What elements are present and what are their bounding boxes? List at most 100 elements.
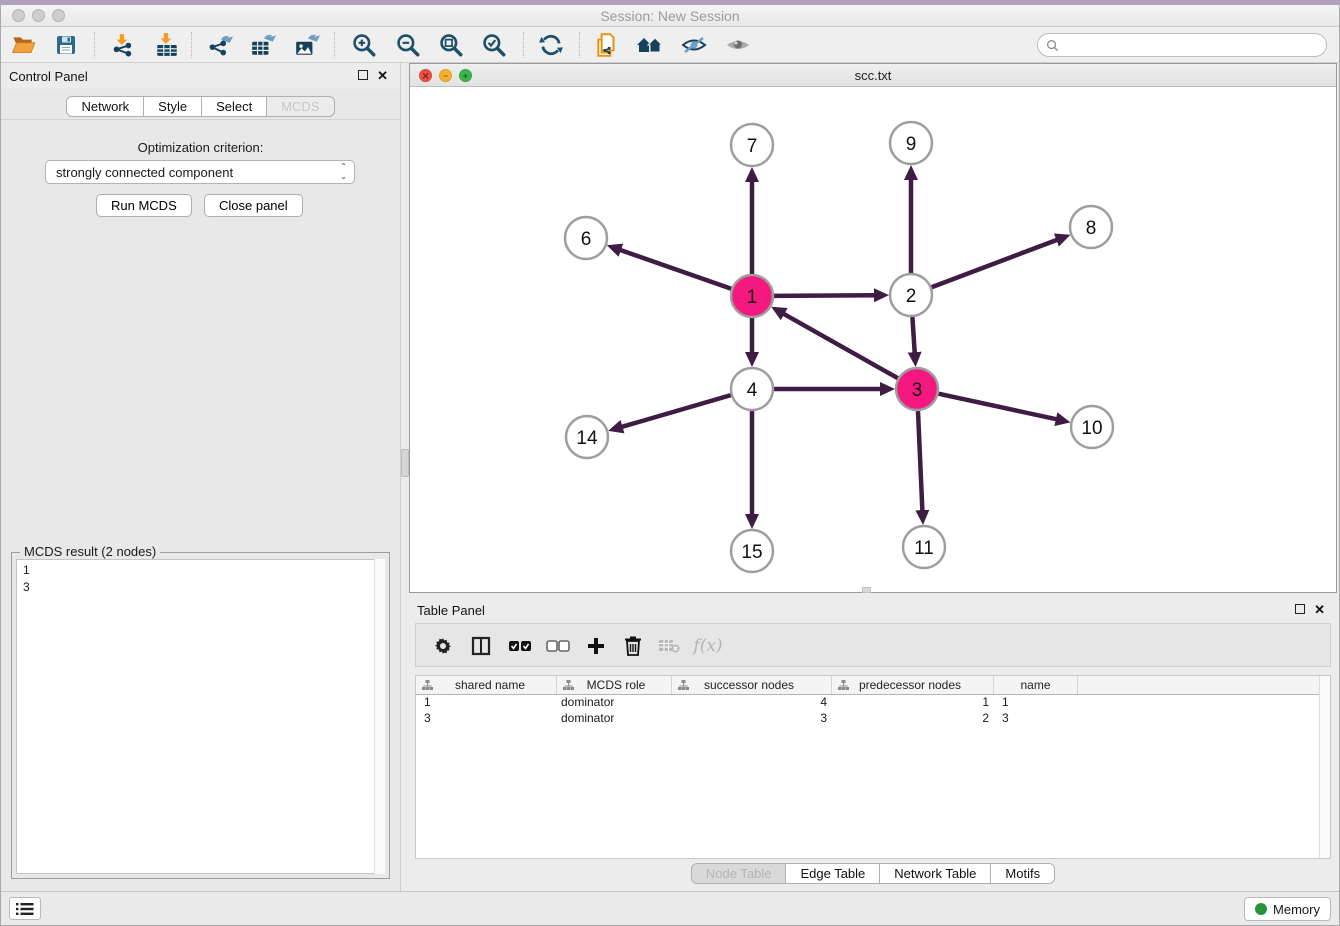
refresh-icon[interactable] [536, 30, 566, 60]
graph-node-14[interactable]: 14 [566, 416, 608, 458]
graph-node-8[interactable]: 8 [1070, 206, 1112, 248]
hierarchy-icon [838, 680, 849, 691]
graph-node-6[interactable]: 6 [565, 217, 607, 259]
graph-node-7[interactable]: 7 [731, 124, 773, 166]
network-canvas[interactable]: 7 9 6 8 1 2 4 3 14 10 15 11 [410, 87, 1336, 592]
deselect-all-icon[interactable] [545, 633, 571, 659]
table-row[interactable]: 3 dominator 3 2 3 [416, 711, 1330, 727]
tab-mcds[interactable]: MCDS [266, 96, 334, 117]
open-session-icon[interactable] [9, 30, 39, 60]
tab-motifs[interactable]: Motifs [990, 863, 1055, 884]
show-eye-icon[interactable] [723, 30, 753, 60]
tab-edge-table[interactable]: Edge Table [785, 863, 880, 884]
graph-node-10[interactable]: 10 [1071, 406, 1113, 448]
edge-1-2[interactable] [774, 295, 875, 296]
delete-column-icon[interactable] [620, 633, 646, 659]
edge-2-3[interactable] [912, 317, 914, 353]
add-column-icon[interactable] [583, 633, 609, 659]
zoom-in-icon[interactable] [349, 30, 379, 60]
control-panel-title: Control Panel [9, 69, 88, 84]
toolbar-separator [191, 32, 192, 58]
cell-successor-nodes[interactable]: 4 [672, 695, 832, 711]
graph-node-3[interactable]: 3 [896, 368, 938, 410]
zoom-out-icon[interactable] [393, 30, 423, 60]
memory-button[interactable]: Memory [1244, 897, 1331, 921]
import-table-icon[interactable] [152, 30, 182, 60]
node-label: 9 [906, 134, 917, 155]
cell-mcds-role[interactable]: dominator [557, 695, 672, 711]
tab-select[interactable]: Select [201, 96, 267, 117]
search-field[interactable] [1037, 33, 1327, 57]
tab-network[interactable]: Network [66, 96, 144, 117]
delete-table-icon[interactable] [656, 633, 682, 659]
edge-3-11[interactable] [918, 411, 922, 511]
table-settings-gear-icon[interactable] [430, 633, 456, 659]
zoom-selected-icon[interactable] [479, 30, 509, 60]
cell-predecessor-nodes[interactable]: 1 [832, 695, 994, 711]
hierarchy-icon [678, 680, 689, 691]
control-panel-tabs: Network Style Select MCDS [1, 96, 400, 118]
task-history-button[interactable] [9, 897, 41, 920]
network-window-titlebar[interactable]: ✕ − + scc.txt [410, 64, 1336, 87]
cell-mcds-role[interactable]: dominator [557, 711, 672, 727]
table-scrollbar[interactable] [1319, 676, 1330, 858]
zoom-fit-icon[interactable] [436, 30, 466, 60]
col-predecessor-nodes[interactable]: predecessor nodes [832, 676, 994, 694]
edge-1-6[interactable] [620, 250, 731, 289]
close-panel-button[interactable]: Close panel [204, 194, 303, 217]
node-label: 8 [1086, 218, 1097, 239]
hide-eye-icon[interactable] [679, 30, 709, 60]
edge-2-8[interactable] [932, 240, 1058, 288]
tab-node-table[interactable]: Node Table [691, 863, 787, 884]
mcds-result-text[interactable]: 1 3 [16, 559, 385, 874]
cell-predecessor-nodes[interactable]: 2 [832, 711, 994, 727]
graph-node-11[interactable]: 11 [903, 526, 945, 568]
edge-3-1[interactable] [783, 314, 897, 379]
edge-3-10[interactable] [938, 394, 1056, 420]
save-session-icon[interactable] [51, 30, 81, 60]
run-mcds-button[interactable]: Run MCDS [96, 194, 192, 217]
close-table-panel-icon[interactable]: ✕ [1314, 602, 1325, 618]
graph-node-1[interactable]: 1 [731, 275, 773, 317]
optimization-criterion-select[interactable]: strongly connected component ⌃⌄ [45, 160, 355, 184]
cell-shared-name[interactable]: 3 [416, 711, 557, 727]
float-table-panel-icon[interactable] [1295, 604, 1305, 614]
export-table-icon[interactable] [248, 30, 278, 60]
network-graph[interactable]: 7 9 6 8 1 2 4 3 14 10 15 11 [410, 87, 1336, 592]
table-row[interactable]: 1 dominator 4 1 1 [416, 695, 1330, 711]
select-all-icon[interactable] [507, 633, 533, 659]
cell-shared-name[interactable]: 1 [416, 695, 557, 711]
float-panel-icon[interactable] [358, 70, 368, 80]
memory-status-icon [1255, 903, 1267, 915]
graph-node-4[interactable]: 4 [731, 368, 773, 410]
graph-node-15[interactable]: 15 [731, 530, 773, 572]
cell-successor-nodes[interactable]: 3 [672, 711, 832, 727]
tab-network-table[interactable]: Network Table [879, 863, 991, 884]
function-builder-icon[interactable]: f(x) [695, 633, 721, 659]
col-mcds-role[interactable]: MCDS role [557, 676, 672, 694]
export-image-icon[interactable] [292, 30, 322, 60]
export-network-icon[interactable] [205, 30, 235, 60]
network-resize-grip[interactable] [862, 587, 871, 593]
cell-name[interactable]: 3 [994, 711, 1078, 727]
tab-style[interactable]: Style [143, 96, 202, 117]
import-network-icon[interactable] [108, 30, 138, 60]
optimization-criterion-value: strongly connected component [56, 165, 233, 180]
panel-splitter-grip[interactable] [401, 449, 409, 477]
col-successor-nodes[interactable]: successor nodes [672, 676, 832, 694]
close-panel-icon[interactable]: ✕ [377, 68, 388, 84]
show-columns-icon[interactable] [468, 633, 494, 659]
edge-4-14[interactable] [622, 395, 731, 427]
home-icon[interactable] [635, 30, 665, 60]
node-label: 6 [581, 229, 592, 250]
mcds-tab-content: Optimization criterion: strongly connect… [1, 119, 400, 891]
cell-name[interactable]: 1 [994, 695, 1078, 711]
memory-label: Memory [1273, 902, 1320, 917]
copy-network-icon[interactable] [592, 30, 622, 60]
graph-node-2[interactable]: 2 [890, 274, 932, 316]
col-name[interactable]: name [994, 676, 1078, 694]
mcds-result-scrollbar[interactable] [374, 559, 385, 874]
col-shared-name[interactable]: shared name [416, 676, 557, 694]
graph-node-9[interactable]: 9 [890, 122, 932, 164]
search-input[interactable] [1064, 38, 1326, 52]
